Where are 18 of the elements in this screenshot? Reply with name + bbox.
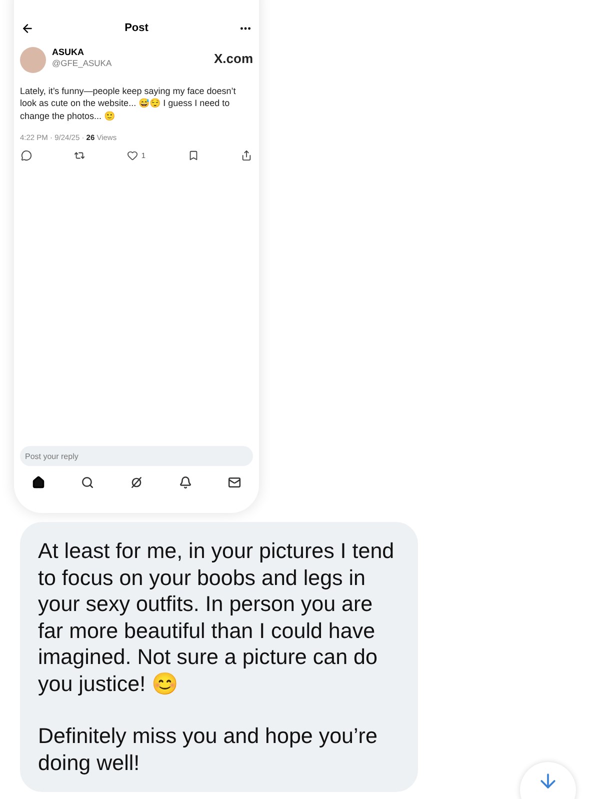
post-title: Post: [124, 21, 148, 36]
bell-icon[interactable]: [179, 476, 192, 489]
author-handle: @GFE_ASUKA: [52, 58, 112, 68]
speech-bubble-icon[interactable]: [21, 150, 32, 162]
source-label: X.com: [214, 50, 253, 68]
search-icon[interactable]: [81, 476, 94, 489]
reply-field[interactable]: Post your reply: [20, 446, 253, 466]
share-icon[interactable]: [240, 150, 252, 162]
post-text: Lately, it’s funny—people keep saying my face doesn’t look as cute on the website... 😅😌 I guess I need to change the photos... 🙂: [20, 84, 237, 122]
back-arrow-icon[interactable]: [21, 22, 34, 35]
message-text: Definitely miss you and hope you’re doing well!: [38, 723, 378, 776]
message-text: At least for me, in your pictures I tend to focus on your boobs and legs in your sexy outfits. In person you are far more beautiful than I could have imagined. Not sure a picture can do you justice! 😊: [38, 538, 396, 697]
bookmark-icon[interactable]: [188, 150, 199, 162]
repost-icon[interactable]: [74, 150, 86, 162]
home-icon[interactable]: [32, 476, 45, 489]
author-name: ASUKA: [52, 46, 86, 58]
slashed-circle-icon[interactable]: [130, 476, 143, 489]
mail-icon[interactable]: [228, 476, 241, 489]
